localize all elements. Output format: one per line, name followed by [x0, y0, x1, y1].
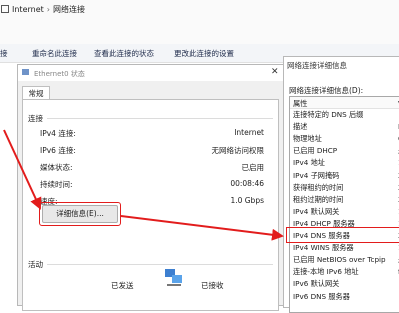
annotation-arrows: [3, 129, 284, 241]
arrow-to-dns-row: [120, 215, 284, 241]
arrow-to-details-button: [3, 129, 42, 210]
